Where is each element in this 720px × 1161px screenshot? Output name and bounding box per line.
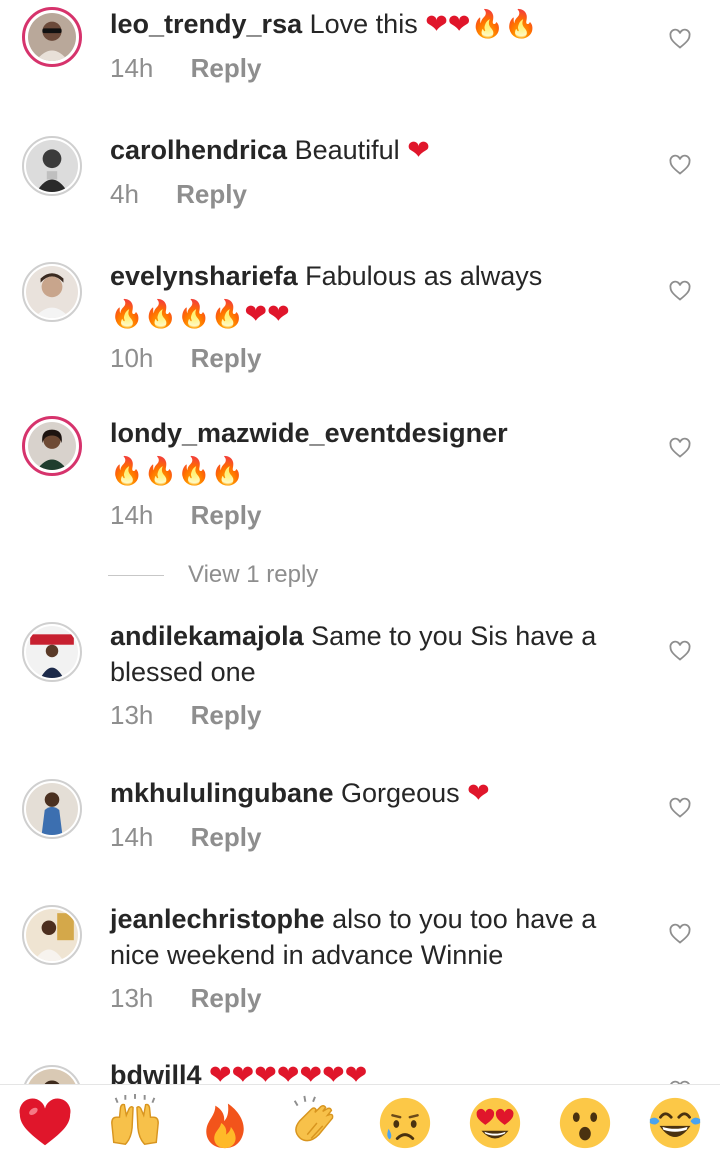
replies-divider-line xyxy=(108,574,164,576)
comment-username[interactable]: evelynshariefa xyxy=(110,261,298,291)
red-heart-emoji: ❤ xyxy=(467,778,490,809)
avatar[interactable] xyxy=(22,262,82,322)
comment-username[interactable]: londy_mazwide_eventdesigner xyxy=(110,418,508,448)
comment-list: leo_trendy_rsa Love this ❤❤🔥🔥 14h Reply xyxy=(0,0,720,1084)
comment-meta: 13h Reply xyxy=(110,981,640,1015)
red-heart-emoji: ❤ xyxy=(407,135,430,166)
fire-emoji: 🔥 xyxy=(143,456,178,487)
fire-emoji: 🔥 xyxy=(504,9,538,40)
comment-meta: 4h Reply xyxy=(110,177,640,211)
comment-username[interactable]: bdwill4 xyxy=(110,1060,202,1084)
fire-emoji: 🔥 xyxy=(143,299,178,330)
avatar[interactable] xyxy=(22,416,82,476)
fire-emoji: 🔥 xyxy=(470,9,505,40)
reply-button[interactable]: Reply xyxy=(191,500,262,530)
comment-meta: 13h Reply xyxy=(110,698,640,732)
red-heart-emoji: ❤ xyxy=(276,1060,300,1084)
avatar[interactable] xyxy=(22,1065,82,1084)
reply-button[interactable]: Reply xyxy=(191,983,262,1013)
comment-meta: 14h Reply xyxy=(110,498,640,532)
avatar[interactable] xyxy=(22,905,82,965)
comment-meta: 14h Reply xyxy=(110,820,640,854)
reply-button[interactable]: Reply xyxy=(191,700,262,730)
fire-emoji: 🔥 xyxy=(210,299,245,330)
like-heart-icon[interactable] xyxy=(668,639,692,663)
red-heart-emoji: ❤ xyxy=(267,299,290,330)
view-replies-toggle[interactable]: View 1 reply xyxy=(108,558,318,592)
comment-time: 4h xyxy=(110,179,139,209)
fire-emoji: 🔥 xyxy=(110,456,144,487)
surprised-face-reaction-icon[interactable] xyxy=(555,1093,615,1153)
red-heart-emoji: ❤ xyxy=(209,1060,232,1084)
comment-item: evelynshariefa Fabulous as always 🔥🔥🔥🔥❤❤… xyxy=(0,252,720,402)
comment-item: leo_trendy_rsa Love this ❤❤🔥🔥 14h Reply xyxy=(0,0,720,120)
reply-button[interactable]: Reply xyxy=(176,179,247,209)
comment-meta: 14h Reply xyxy=(110,51,640,85)
view-replies-label[interactable]: View 1 reply xyxy=(188,561,318,589)
reply-button[interactable]: Reply xyxy=(191,822,262,852)
red-heart-emoji: ❤ xyxy=(244,299,268,330)
clapping-hands-reaction-icon[interactable] xyxy=(285,1093,345,1153)
comment-time: 10h xyxy=(110,343,154,373)
red-heart-emoji: ❤ xyxy=(254,1060,277,1084)
comment-time: 13h xyxy=(110,700,154,730)
like-heart-icon[interactable] xyxy=(668,279,692,303)
comment-item: mkhululingubane Gorgeous ❤ 14h Reply xyxy=(0,769,720,889)
avatar[interactable] xyxy=(22,7,82,67)
emoji-reaction-bar xyxy=(0,1084,720,1161)
red-heart-emoji: ❤ xyxy=(231,1060,255,1084)
red-heart-emoji: ❤ xyxy=(322,1060,345,1084)
comment-item: londy_mazwide_eventdesigner 🔥🔥🔥🔥 14h Rep… xyxy=(0,409,720,559)
red-heart-reaction-icon[interactable] xyxy=(15,1093,75,1153)
like-heart-icon[interactable] xyxy=(668,436,692,460)
comment-item: bdwill4 ❤❤❤❤❤❤❤ xyxy=(0,1057,720,1084)
fire-emoji: 🔥 xyxy=(210,456,245,487)
comment-username[interactable]: jeanlechristophe xyxy=(110,904,325,934)
comment-text: Gorgeous xyxy=(341,778,460,808)
tears-of-joy-reaction-icon[interactable] xyxy=(645,1093,705,1153)
like-heart-icon[interactable] xyxy=(668,922,692,946)
comment-text: Beautiful xyxy=(294,135,400,165)
fire-emoji: 🔥 xyxy=(110,299,144,330)
like-heart-icon[interactable] xyxy=(668,27,692,51)
red-heart-emoji: ❤ xyxy=(447,9,471,40)
like-heart-icon[interactable] xyxy=(668,153,692,177)
like-heart-icon[interactable] xyxy=(668,796,692,820)
avatar[interactable] xyxy=(22,622,82,682)
comment-time: 14h xyxy=(110,500,154,530)
fire-emoji: 🔥 xyxy=(177,456,211,487)
avatar[interactable] xyxy=(22,136,82,196)
heart-eyes-reaction-icon[interactable] xyxy=(465,1093,525,1153)
comment-item: andilekamajola Same to you Sis have a bl… xyxy=(0,612,720,742)
reply-button[interactable]: Reply xyxy=(191,343,262,373)
fire-emoji: 🔥 xyxy=(177,299,211,330)
avatar[interactable] xyxy=(22,779,82,839)
comment-username[interactable]: leo_trendy_rsa xyxy=(110,9,302,39)
red-heart-emoji: ❤ xyxy=(344,1060,368,1084)
comment-time: 14h xyxy=(110,53,154,83)
comment-meta: 10h Reply xyxy=(110,341,640,375)
fire-reaction-icon[interactable] xyxy=(195,1093,255,1153)
red-heart-emoji: ❤ xyxy=(425,9,448,40)
red-heart-emoji: ❤ xyxy=(299,1060,323,1084)
raising-hands-reaction-icon[interactable] xyxy=(105,1093,165,1153)
comment-item: jeanlechristophe also to you too have a … xyxy=(0,895,720,1045)
comment-username[interactable]: mkhululingubane xyxy=(110,778,334,808)
sad-face-reaction-icon[interactable] xyxy=(375,1093,435,1153)
reply-button[interactable]: Reply xyxy=(191,53,262,83)
comment-time: 14h xyxy=(110,822,154,852)
comment-text: Love this xyxy=(309,9,418,39)
comment-item: carolhendrica Beautiful ❤ 4h Reply xyxy=(0,126,720,246)
comment-time: 13h xyxy=(110,983,154,1013)
comment-username[interactable]: carolhendrica xyxy=(110,135,287,165)
comment-text: Fabulous as always xyxy=(305,261,543,291)
comment-username[interactable]: andilekamajola xyxy=(110,621,304,651)
